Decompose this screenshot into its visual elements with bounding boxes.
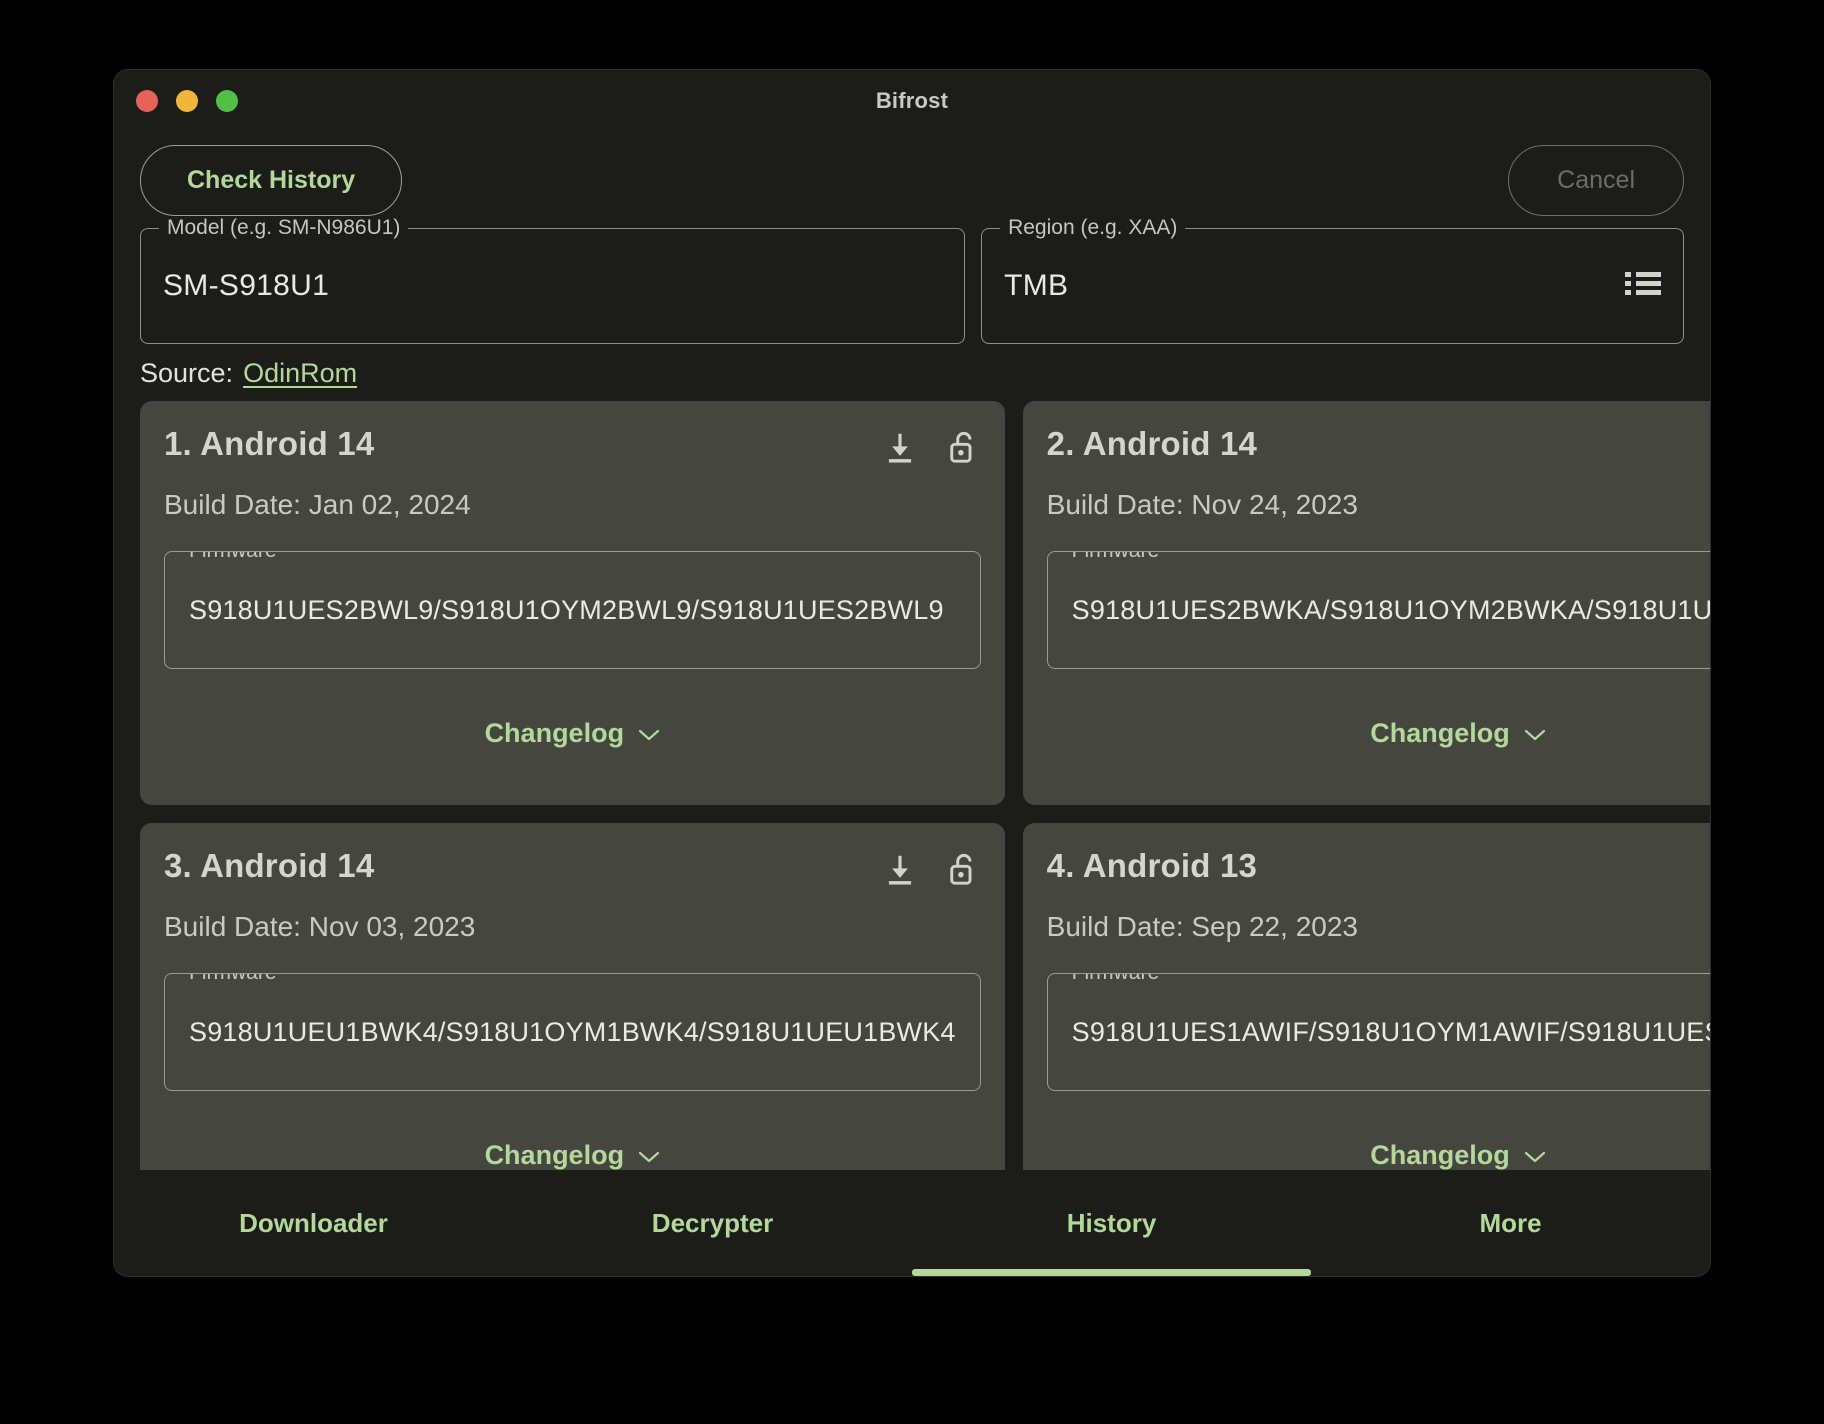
model-field[interactable]: Model (e.g. SM-N986U1) SM-S918U1	[140, 216, 966, 344]
firmware-field[interactable]: Firmware S918U1UES2BWL9/S918U1OYM2BWL9/S…	[164, 551, 981, 669]
firmware-list-region[interactable]: 1. Android 14 Build Date: Jan 02, 2024 S…	[114, 401, 1710, 1170]
unlock-icon[interactable]	[945, 851, 981, 889]
model-field-label: Model (e.g. SM-N986U1)	[159, 216, 409, 240]
build-date: Build Date: Sep 22, 2023	[1046, 911, 1358, 942]
tab-decrypter[interactable]: Decrypter	[513, 1170, 912, 1276]
source-line: Source: OdinRom	[114, 344, 1710, 401]
chevron-down-icon	[638, 1140, 660, 1171]
card-header: 1. Android 14	[164, 425, 981, 467]
firmware-field[interactable]: Firmware S918U1UES2BWKA/S918U1OYM2BWKA/S…	[1046, 551, 1710, 669]
window-title: Bifrost	[875, 88, 949, 113]
tab-history[interactable]: History	[912, 1170, 1311, 1276]
chevron-down-icon	[1524, 1140, 1546, 1171]
card-title: 1. Android 14	[164, 425, 375, 462]
firmware-value[interactable]: S918U1UES2BWL9/S918U1OYM2BWL9/S918U1UES2…	[189, 595, 944, 626]
changelog-label: Changelog	[484, 717, 625, 748]
download-icon[interactable]	[881, 851, 919, 889]
firmware-card[interactable]: 1. Android 14 Build Date: Jan 02, 2024 S…	[140, 401, 1005, 805]
changelog-label: Changelog	[484, 1139, 625, 1170]
source-label: Source:	[140, 358, 234, 388]
firmware-card-grid: 1. Android 14 Build Date: Jan 02, 2024 S…	[140, 401, 1710, 1170]
firmware-field[interactable]: Firmware S918U1UES1AWIF/S918U1OYM1AWIF/S…	[1046, 973, 1710, 1091]
changelog-row: Changelog	[164, 669, 981, 783]
app-window: Bifrost Check History Cancel Model (e.g.…	[114, 70, 1710, 1276]
card-actions	[881, 847, 981, 889]
card-title: 2. Android 14	[1046, 425, 1258, 462]
firmware-value[interactable]: S918U1UEU1BWK4/S918U1OYM1BWK4/S918U1UEU1…	[189, 1017, 956, 1048]
firmware-field-label: Firmware	[181, 552, 285, 563]
changelog-button[interactable]: Changelog	[1370, 1140, 1546, 1171]
toolbar: Check History Cancel	[114, 132, 1710, 228]
list-icon[interactable]	[1625, 270, 1661, 303]
bottom-tab-bar: Downloader Decrypter History More	[114, 1170, 1710, 1276]
changelog-button[interactable]: Changelog	[485, 1140, 661, 1171]
changelog-row: Changelog	[1047, 1091, 1710, 1170]
build-date: Build Date: Nov 24, 2023	[1046, 489, 1358, 520]
firmware-field[interactable]: Firmware S918U1UEU1BWK4/S918U1OYM1BWK4/S…	[164, 973, 981, 1091]
changelog-label: Changelog	[1370, 717, 1510, 748]
download-icon[interactable]	[881, 429, 919, 467]
firmware-field-label: Firmware	[1063, 552, 1168, 563]
firmware-card[interactable]: 2. Android 14 Build Date: Nov 24, 2023 S…	[1022, 401, 1710, 805]
tab-label: Decrypter	[651, 1207, 774, 1238]
changelog-label: Changelog	[1370, 1139, 1510, 1170]
card-title: 3. Android 14	[164, 847, 375, 884]
region-input-value[interactable]: TMB	[1004, 269, 1625, 303]
unlock-icon[interactable]	[945, 429, 981, 467]
source-link[interactable]: OdinRom	[243, 358, 357, 389]
tab-more[interactable]: More	[1311, 1170, 1710, 1276]
region-field[interactable]: Region (e.g. XAA) TMB	[981, 216, 1684, 344]
tab-label: More	[1479, 1207, 1542, 1238]
firmware-value[interactable]: S918U1UES2BWKA/S918U1OYM2BWKA/S918U1UES2…	[1072, 595, 1710, 626]
firmware-field-label: Firmware	[1063, 974, 1168, 985]
cancel-button[interactable]: Cancel	[1508, 144, 1684, 216]
input-fields-row: Model (e.g. SM-N986U1) SM-S918U1 Region …	[114, 216, 1710, 344]
firmware-field-label: Firmware	[181, 974, 285, 985]
titlebar: Bifrost	[114, 70, 1710, 132]
tab-downloader[interactable]: Downloader	[114, 1170, 513, 1276]
chevron-down-icon	[1524, 718, 1546, 749]
card-title: 4. Android 13	[1046, 847, 1258, 884]
changelog-row: Changelog	[164, 1091, 981, 1170]
chevron-down-icon	[638, 718, 660, 749]
tab-indicator	[912, 1269, 1311, 1276]
build-date: Build Date: Nov 03, 2023	[164, 911, 476, 942]
firmware-card[interactable]: 4. Android 13 Build Date: Sep 22, 2023 S…	[1022, 823, 1710, 1170]
model-input-value[interactable]: SM-S918U1	[163, 269, 942, 303]
card-actions	[881, 425, 981, 467]
card-header: 4. Android 13	[1047, 847, 1710, 889]
changelog-button[interactable]: Changelog	[485, 718, 661, 749]
changelog-button[interactable]: Changelog	[1370, 718, 1546, 749]
changelog-row: Changelog	[1047, 669, 1710, 783]
region-field-label: Region (e.g. XAA)	[1000, 216, 1186, 240]
firmware-value[interactable]: S918U1UES1AWIF/S918U1OYM1AWIF/S918U1UES1…	[1072, 1017, 1710, 1048]
tab-label: Downloader	[239, 1207, 388, 1238]
build-date: Build Date: Jan 02, 2024	[164, 489, 471, 520]
card-header: 3. Android 14	[164, 847, 981, 889]
tab-label: History	[1066, 1207, 1157, 1238]
card-header: 2. Android 14	[1047, 425, 1710, 467]
firmware-card[interactable]: 3. Android 14 Build Date: Nov 03, 2023 S…	[140, 823, 1005, 1170]
check-history-button[interactable]: Check History	[140, 144, 403, 216]
